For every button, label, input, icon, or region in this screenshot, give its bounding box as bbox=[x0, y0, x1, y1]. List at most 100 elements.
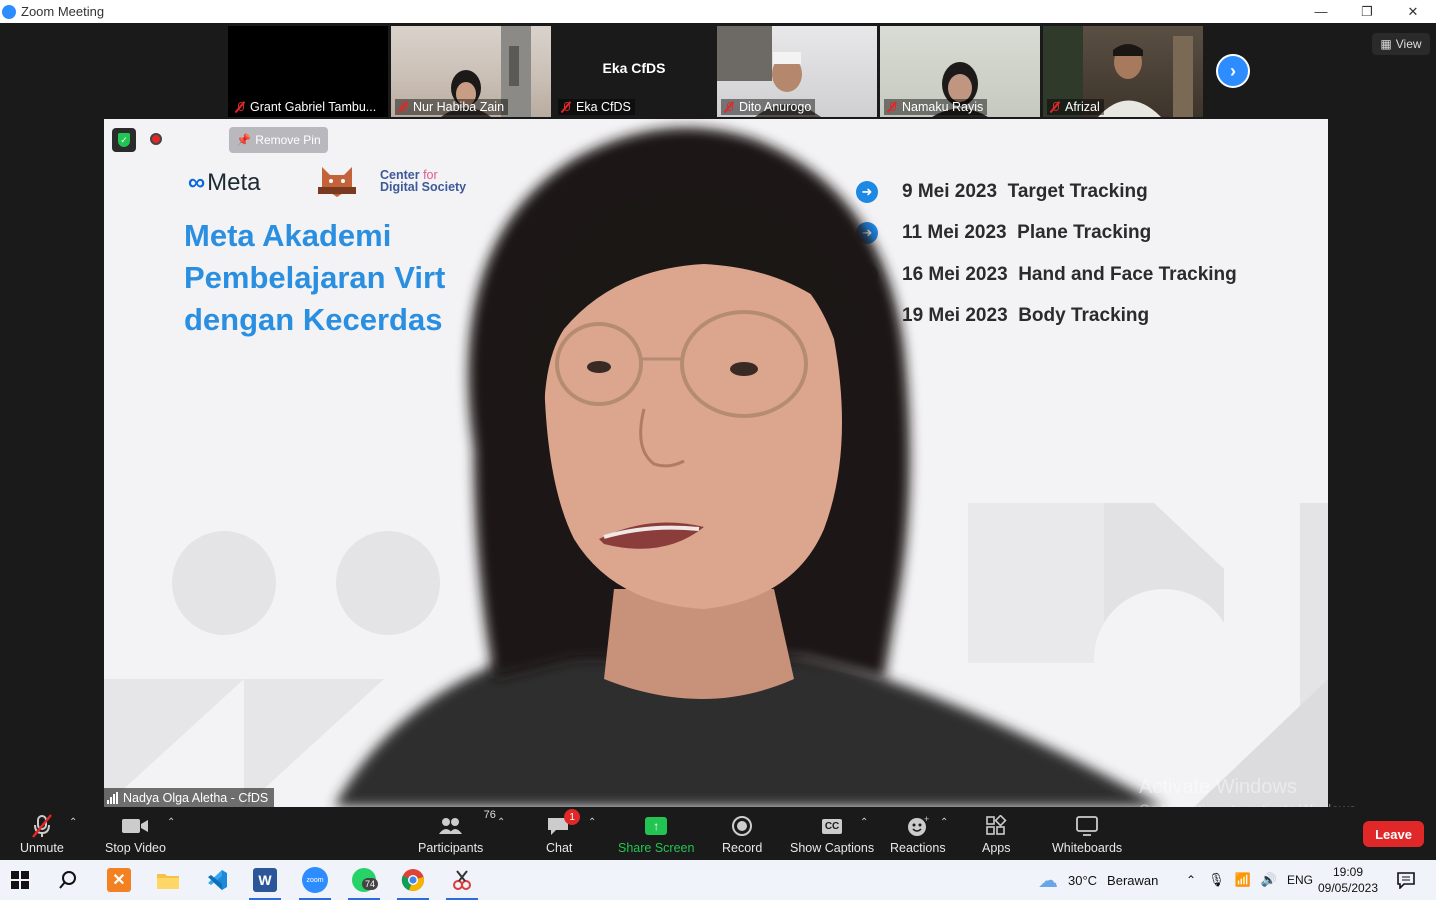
participants-label: Participants bbox=[418, 841, 484, 855]
word-icon-text: W bbox=[253, 868, 277, 892]
show-captions-label: Show Captions bbox=[790, 841, 875, 855]
participant-name-tag: Dito Anurogo bbox=[721, 99, 816, 115]
share-screen-label: Share Screen bbox=[618, 841, 695, 855]
whatsapp-app-icon[interactable]: 74 bbox=[344, 864, 384, 900]
chat-label: Chat bbox=[546, 841, 573, 855]
mic-muted-icon bbox=[1049, 101, 1061, 113]
weather-description: Berawan bbox=[1107, 872, 1159, 888]
stop-video-button[interactable]: Stop Video bbox=[105, 813, 166, 855]
participant-tile[interactable]: Namaku Rayis bbox=[880, 26, 1040, 117]
recording-indicator-icon bbox=[150, 133, 162, 145]
reactions-caret-icon[interactable]: ⌃ bbox=[940, 817, 948, 828]
whiteboards-button[interactable]: Whiteboards bbox=[1052, 813, 1122, 855]
chevron-up-icon[interactable]: ⌃ bbox=[1186, 873, 1196, 887]
weather-temperature: 30°C bbox=[1068, 872, 1098, 888]
security-shield-icon[interactable]: ✓ bbox=[112, 128, 136, 152]
zoom-logo-icon bbox=[2, 4, 16, 19]
main-video[interactable]: ∞ Meta Center for Digital Society Meta Ak… bbox=[104, 119, 1328, 807]
watermark-title: Activate Windows bbox=[1139, 776, 1297, 798]
apps-label: Apps bbox=[982, 841, 1011, 855]
restore-button[interactable]: ❐ bbox=[1344, 0, 1390, 23]
chrome-app-icon[interactable] bbox=[393, 864, 433, 900]
participant-name: Namaku Rayis bbox=[902, 100, 984, 114]
whiteboards-label: Whiteboards bbox=[1052, 841, 1123, 855]
chat-badge: 1 bbox=[564, 809, 581, 825]
speaker-name: Nadya Olga Aletha - CfDS bbox=[123, 790, 269, 805]
taskbar-clock[interactable]: 19:09 09/05/2023 bbox=[1312, 864, 1384, 896]
file-explorer-icon[interactable] bbox=[148, 864, 188, 896]
participant-name: Grant Gabriel Tambu... bbox=[250, 100, 377, 114]
wifi-icon[interactable]: 📶 bbox=[1235, 872, 1251, 888]
participants-count: 76 bbox=[483, 809, 496, 821]
unmute-button[interactable]: Unmute bbox=[20, 813, 64, 855]
apps-button[interactable]: Apps bbox=[982, 813, 1011, 855]
word-app-icon[interactable]: W bbox=[245, 864, 285, 900]
reactions-button[interactable]: + Reactions bbox=[890, 813, 946, 855]
xampp-app-icon[interactable]: ✕ bbox=[99, 864, 139, 896]
participant-name: Nur Habiba Zain bbox=[413, 100, 505, 114]
participant-tile[interactable]: Afrizal bbox=[1043, 26, 1203, 117]
zoom-app-icon[interactable]: zoom bbox=[295, 864, 335, 900]
participant-name-tag: Namaku Rayis bbox=[884, 99, 988, 115]
reactions-label: Reactions bbox=[890, 841, 946, 855]
participant-name-tag: Nur Habiba Zain bbox=[395, 99, 509, 115]
mic-muted-icon bbox=[397, 101, 409, 113]
whatsapp-badge: 74 bbox=[362, 878, 379, 890]
chat-button[interactable]: 1 Chat bbox=[546, 809, 581, 855]
mic-muted-icon bbox=[723, 101, 735, 113]
captions-icon: CC bbox=[821, 813, 843, 839]
signal-strength-icon bbox=[107, 791, 118, 804]
share-screen-button[interactable]: ↑ Share Screen bbox=[618, 813, 694, 855]
snipping-tool-icon[interactable] bbox=[442, 864, 482, 900]
windows-start-icon[interactable] bbox=[0, 864, 40, 896]
vscode-app-icon[interactable] bbox=[197, 864, 237, 896]
mic-muted-icon bbox=[886, 101, 898, 113]
remove-pin-button[interactable]: 📌 Remove Pin bbox=[229, 127, 328, 153]
grid-view-icon: ▦ bbox=[1380, 37, 1392, 51]
minimize-button[interactable]: — bbox=[1298, 0, 1344, 23]
meeting-toolbar: Unmute ⌃ Stop Video ⌃ 76 Participants ⌃ … bbox=[0, 807, 1436, 860]
audio-options-caret-icon[interactable]: ⌃ bbox=[69, 817, 77, 828]
remove-pin-label: Remove Pin bbox=[255, 133, 321, 147]
notifications-icon[interactable] bbox=[1386, 864, 1426, 896]
clock-time: 19:09 bbox=[1332, 865, 1364, 879]
window-title: Zoom Meeting bbox=[21, 4, 105, 19]
leave-button[interactable]: Leave bbox=[1363, 821, 1424, 847]
mic-muted-icon bbox=[560, 101, 572, 113]
whiteboard-icon bbox=[1075, 813, 1099, 839]
captions-caret-icon[interactable]: ⌃ bbox=[860, 817, 868, 828]
unmute-label: Unmute bbox=[20, 841, 64, 855]
clock-date: 09/05/2023 bbox=[1317, 881, 1379, 895]
participant-tile[interactable]: Dito Anurogo bbox=[717, 26, 877, 117]
record-icon bbox=[731, 813, 753, 839]
participant-name-tag: Eka CfDS bbox=[558, 99, 635, 115]
view-button[interactable]: ▦ View bbox=[1372, 33, 1430, 55]
participant-name: Eka CfDS bbox=[576, 100, 631, 114]
participant-name: Dito Anurogo bbox=[739, 100, 812, 114]
input-language[interactable]: ENG bbox=[1287, 873, 1313, 887]
close-button[interactable]: ✕ bbox=[1390, 0, 1436, 23]
stop-video-label: Stop Video bbox=[105, 841, 166, 855]
participant-tile[interactable]: Grant Gabriel Tambu... bbox=[228, 26, 388, 117]
title-bar: Zoom Meeting — ❐ ✕ bbox=[0, 0, 1436, 23]
microphone-icon[interactable]: 🎙 bbox=[1208, 872, 1225, 888]
system-tray: ⌃ 🎙 📶 🔊 ENG bbox=[1186, 860, 1313, 900]
search-icon[interactable] bbox=[48, 864, 88, 896]
weather-widget[interactable]: ☁ 30°C Berawan bbox=[1038, 860, 1158, 900]
window-controls: — ❐ ✕ bbox=[1298, 0, 1436, 23]
participant-tile[interactable]: Nur Habiba Zain bbox=[391, 26, 551, 117]
cloudy-weather-icon: ☁ bbox=[1038, 869, 1058, 892]
chat-caret-icon[interactable]: ⌃ bbox=[588, 817, 596, 828]
participant-tile[interactable]: Eka CfDS Eka CfDS bbox=[554, 26, 714, 117]
next-page-button[interactable]: › bbox=[1216, 54, 1250, 88]
mic-muted-icon bbox=[234, 101, 246, 113]
video-camera-icon bbox=[121, 813, 149, 839]
chevron-right-icon: › bbox=[1230, 60, 1236, 81]
smiley-icon: + bbox=[906, 813, 930, 839]
video-options-caret-icon[interactable]: ⌃ bbox=[167, 817, 175, 828]
zoom-app: Zoom Meeting — ❐ ✕ Grant Gabriel Tambu..… bbox=[0, 0, 1436, 900]
participants-button[interactable]: 76 Participants bbox=[418, 809, 496, 855]
speaker-icon[interactable]: 🔊 bbox=[1261, 872, 1277, 888]
record-button[interactable]: Record bbox=[722, 813, 762, 855]
participants-caret-icon[interactable]: ⌃ bbox=[497, 817, 505, 828]
